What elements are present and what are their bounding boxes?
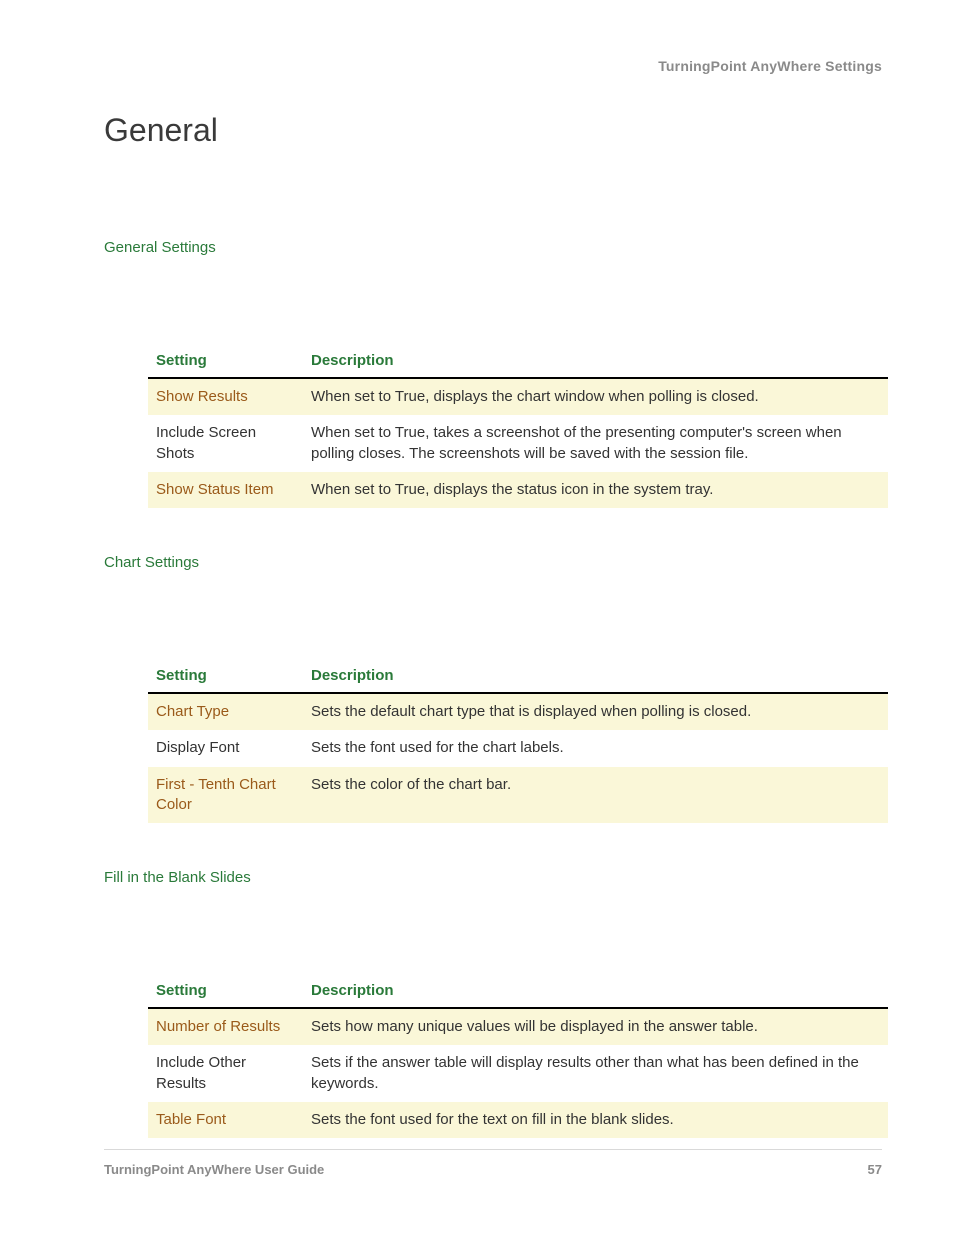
breadcrumb: TurningPoint AnyWhere Settings: [104, 58, 882, 74]
footer-guide-name: TurningPoint AnyWhere User Guide: [104, 1162, 324, 1177]
table-fill-blank-slides: Setting Description Number of Results Se…: [148, 976, 888, 1138]
page: TurningPoint AnyWhere Settings General G…: [0, 0, 954, 1235]
table-row: Include Screen Shots When set to True, t…: [148, 415, 888, 472]
cell-description: When set to True, displays the chart win…: [303, 378, 888, 415]
cell-setting: Include Other Results: [148, 1045, 303, 1102]
cell-description: Sets the font used for the chart labels.: [303, 730, 888, 766]
table-row: Table Font Sets the font used for the te…: [148, 1102, 888, 1138]
table-row: Display Font Sets the font used for the …: [148, 730, 888, 766]
table-row: First - Tenth Chart Color Sets the color…: [148, 767, 888, 824]
table-row: Show Results When set to True, displays …: [148, 378, 888, 415]
cell-description: Sets how many unique values will be disp…: [303, 1008, 888, 1045]
section-heading-fill-blank-slides: Fill in the Blank Slides: [104, 869, 882, 886]
table-header-row: Setting Description: [148, 661, 888, 693]
cell-description: When set to True, takes a screenshot of …: [303, 415, 888, 472]
col-header-description: Description: [303, 661, 888, 693]
cell-setting: Number of Results: [148, 1008, 303, 1045]
col-header-description: Description: [303, 346, 888, 378]
table-row: Chart Type Sets the default chart type t…: [148, 693, 888, 730]
col-header-description: Description: [303, 976, 888, 1008]
table-row: Show Status Item When set to True, displ…: [148, 472, 888, 508]
cell-description: Sets the font used for the text on fill …: [303, 1102, 888, 1138]
cell-description: When set to True, displays the status ic…: [303, 472, 888, 508]
table-row: Include Other Results Sets if the answer…: [148, 1045, 888, 1102]
col-header-setting: Setting: [148, 346, 303, 378]
cell-description: Sets if the answer table will display re…: [303, 1045, 888, 1102]
col-header-setting: Setting: [148, 976, 303, 1008]
cell-setting: Show Results: [148, 378, 303, 415]
cell-setting: Table Font: [148, 1102, 303, 1138]
cell-setting: First - Tenth Chart Color: [148, 767, 303, 824]
cell-description: Sets the color of the chart bar.: [303, 767, 888, 824]
cell-setting: Include Screen Shots: [148, 415, 303, 472]
section-heading-chart-settings: Chart Settings: [104, 554, 882, 571]
table-chart-settings: Setting Description Chart Type Sets the …: [148, 661, 888, 823]
table-general-settings: Setting Description Show Results When se…: [148, 346, 888, 508]
table-row: Number of Results Sets how many unique v…: [148, 1008, 888, 1045]
cell-description: Sets the default chart type that is disp…: [303, 693, 888, 730]
col-header-setting: Setting: [148, 661, 303, 693]
page-title: General: [104, 112, 882, 149]
table-header-row: Setting Description: [148, 976, 888, 1008]
cell-setting: Show Status Item: [148, 472, 303, 508]
cell-setting: Chart Type: [148, 693, 303, 730]
footer: TurningPoint AnyWhere User Guide 57: [104, 1149, 882, 1177]
cell-setting: Display Font: [148, 730, 303, 766]
footer-page-number: 57: [868, 1162, 882, 1177]
table-header-row: Setting Description: [148, 346, 888, 378]
section-heading-general-settings: General Settings: [104, 239, 882, 256]
